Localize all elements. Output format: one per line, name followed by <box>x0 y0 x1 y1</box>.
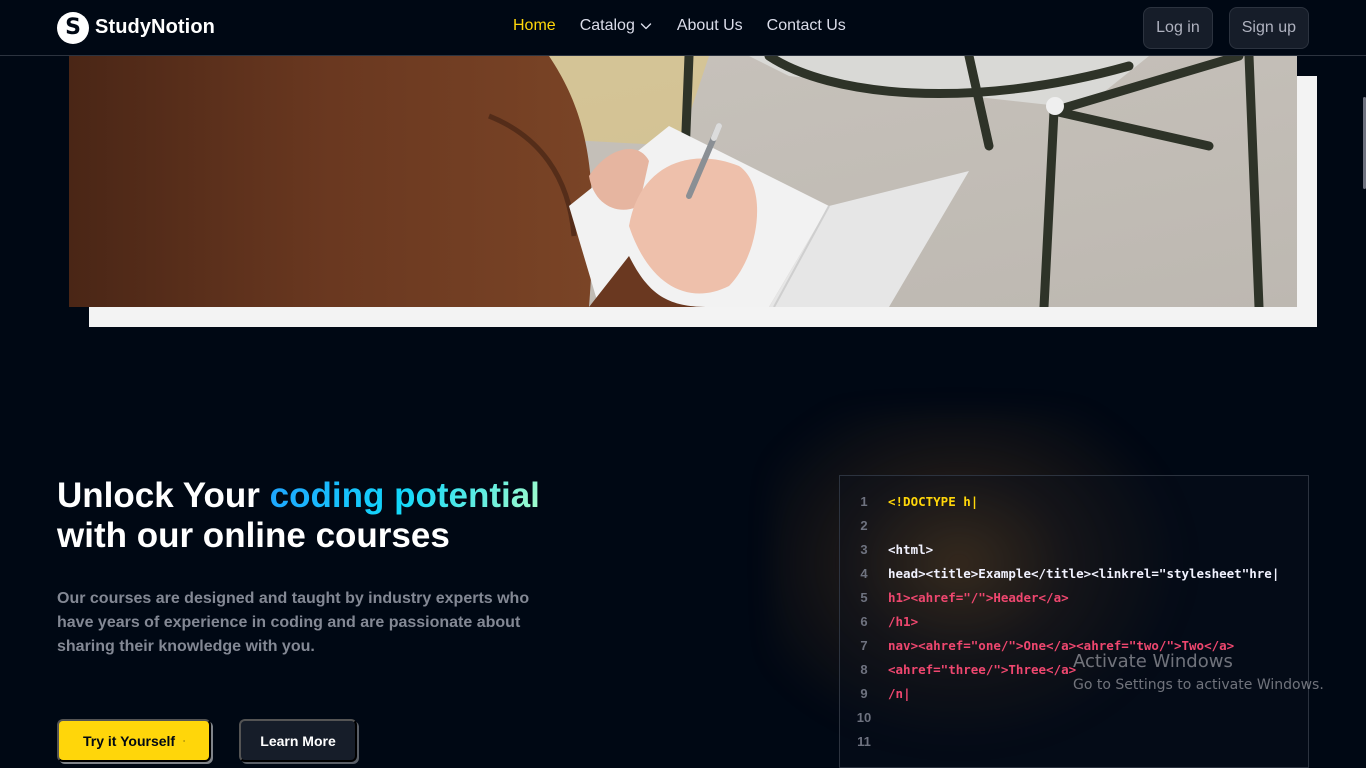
hero-image <box>69 56 1297 307</box>
section-description: Our courses are designed and taught by i… <box>57 590 530 655</box>
watermark-title: Activate Windows <box>1073 651 1233 672</box>
code-line: <html> <box>888 542 934 557</box>
line-number: 5 <box>860 590 868 605</box>
line-number: 1 <box>860 494 868 509</box>
line-number: 6 <box>860 614 868 629</box>
code-lines: <!DOCTYPE h| <html> head><title>Example<… <box>888 493 1279 767</box>
signup-button[interactable]: Sign up <box>1228 7 1309 49</box>
logo-icon: S <box>57 11 89 44</box>
chevron-down-icon <box>640 23 652 30</box>
code-line: h1><ahref="/">Header</a> <box>888 590 1069 605</box>
navbar: S StudyNotion Home Catalog About Us Cont… <box>0 0 1366 56</box>
line-number: 8 <box>860 662 868 677</box>
section-headline: Unlock Your coding potential with our on… <box>57 476 617 556</box>
line-number: 2 <box>860 518 868 533</box>
nav-contact[interactable]: Contact Us <box>767 17 846 35</box>
nav-catalog-label: Catalog <box>579 17 635 34</box>
code-line: /h1> <box>888 614 919 629</box>
main-nav: Home Catalog About Us Contact Us <box>513 17 846 35</box>
line-number: 3 <box>860 542 868 557</box>
arrow-right-icon <box>183 739 185 742</box>
try-it-yourself-button[interactable]: Try it Yourself <box>57 719 211 762</box>
headline-suffix: with our online courses <box>57 516 450 555</box>
code-block: 1 2 3 4 5 6 7 8 9 10 11 <!DOCTYPE h| <ht… <box>839 475 1309 768</box>
learn-more-button[interactable]: Learn More <box>239 719 357 762</box>
brand-logo[interactable]: S StudyNotion <box>57 11 215 44</box>
hero-illustration <box>69 56 1297 307</box>
windows-activation-watermark: Activate Windows Go to Settings to activ… <box>1073 651 1324 695</box>
line-numbers: 1 2 3 4 5 6 7 8 9 10 11 <box>840 493 888 767</box>
line-number: 9 <box>860 686 868 701</box>
line-number: 10 <box>856 710 872 725</box>
nav-catalog[interactable]: Catalog <box>580 17 653 35</box>
code-line: <!DOCTYPE h| <box>888 494 979 509</box>
auth-buttons: Log in Sign up <box>1143 7 1309 49</box>
code-line: head><title>Example</title><linkrel="sty… <box>888 566 1280 581</box>
headline-prefix: Unlock Your <box>57 476 270 515</box>
logo-letter: S <box>65 14 81 40</box>
login-button[interactable]: Log in <box>1143 7 1213 49</box>
brand-name: StudyNotion <box>95 16 215 38</box>
watermark-subtitle: Go to Settings to activate Windows. <box>1073 677 1324 693</box>
cta-buttons: Try it Yourself Learn More <box>57 719 357 762</box>
line-number: 7 <box>860 638 868 653</box>
line-number: 11 <box>857 734 871 749</box>
headline-highlight: coding potential <box>269 476 540 515</box>
line-number: 4 <box>860 566 868 581</box>
try-it-label: Try it Yourself <box>83 732 176 749</box>
nav-about[interactable]: About Us <box>677 17 743 35</box>
nav-home[interactable]: Home <box>513 17 556 35</box>
